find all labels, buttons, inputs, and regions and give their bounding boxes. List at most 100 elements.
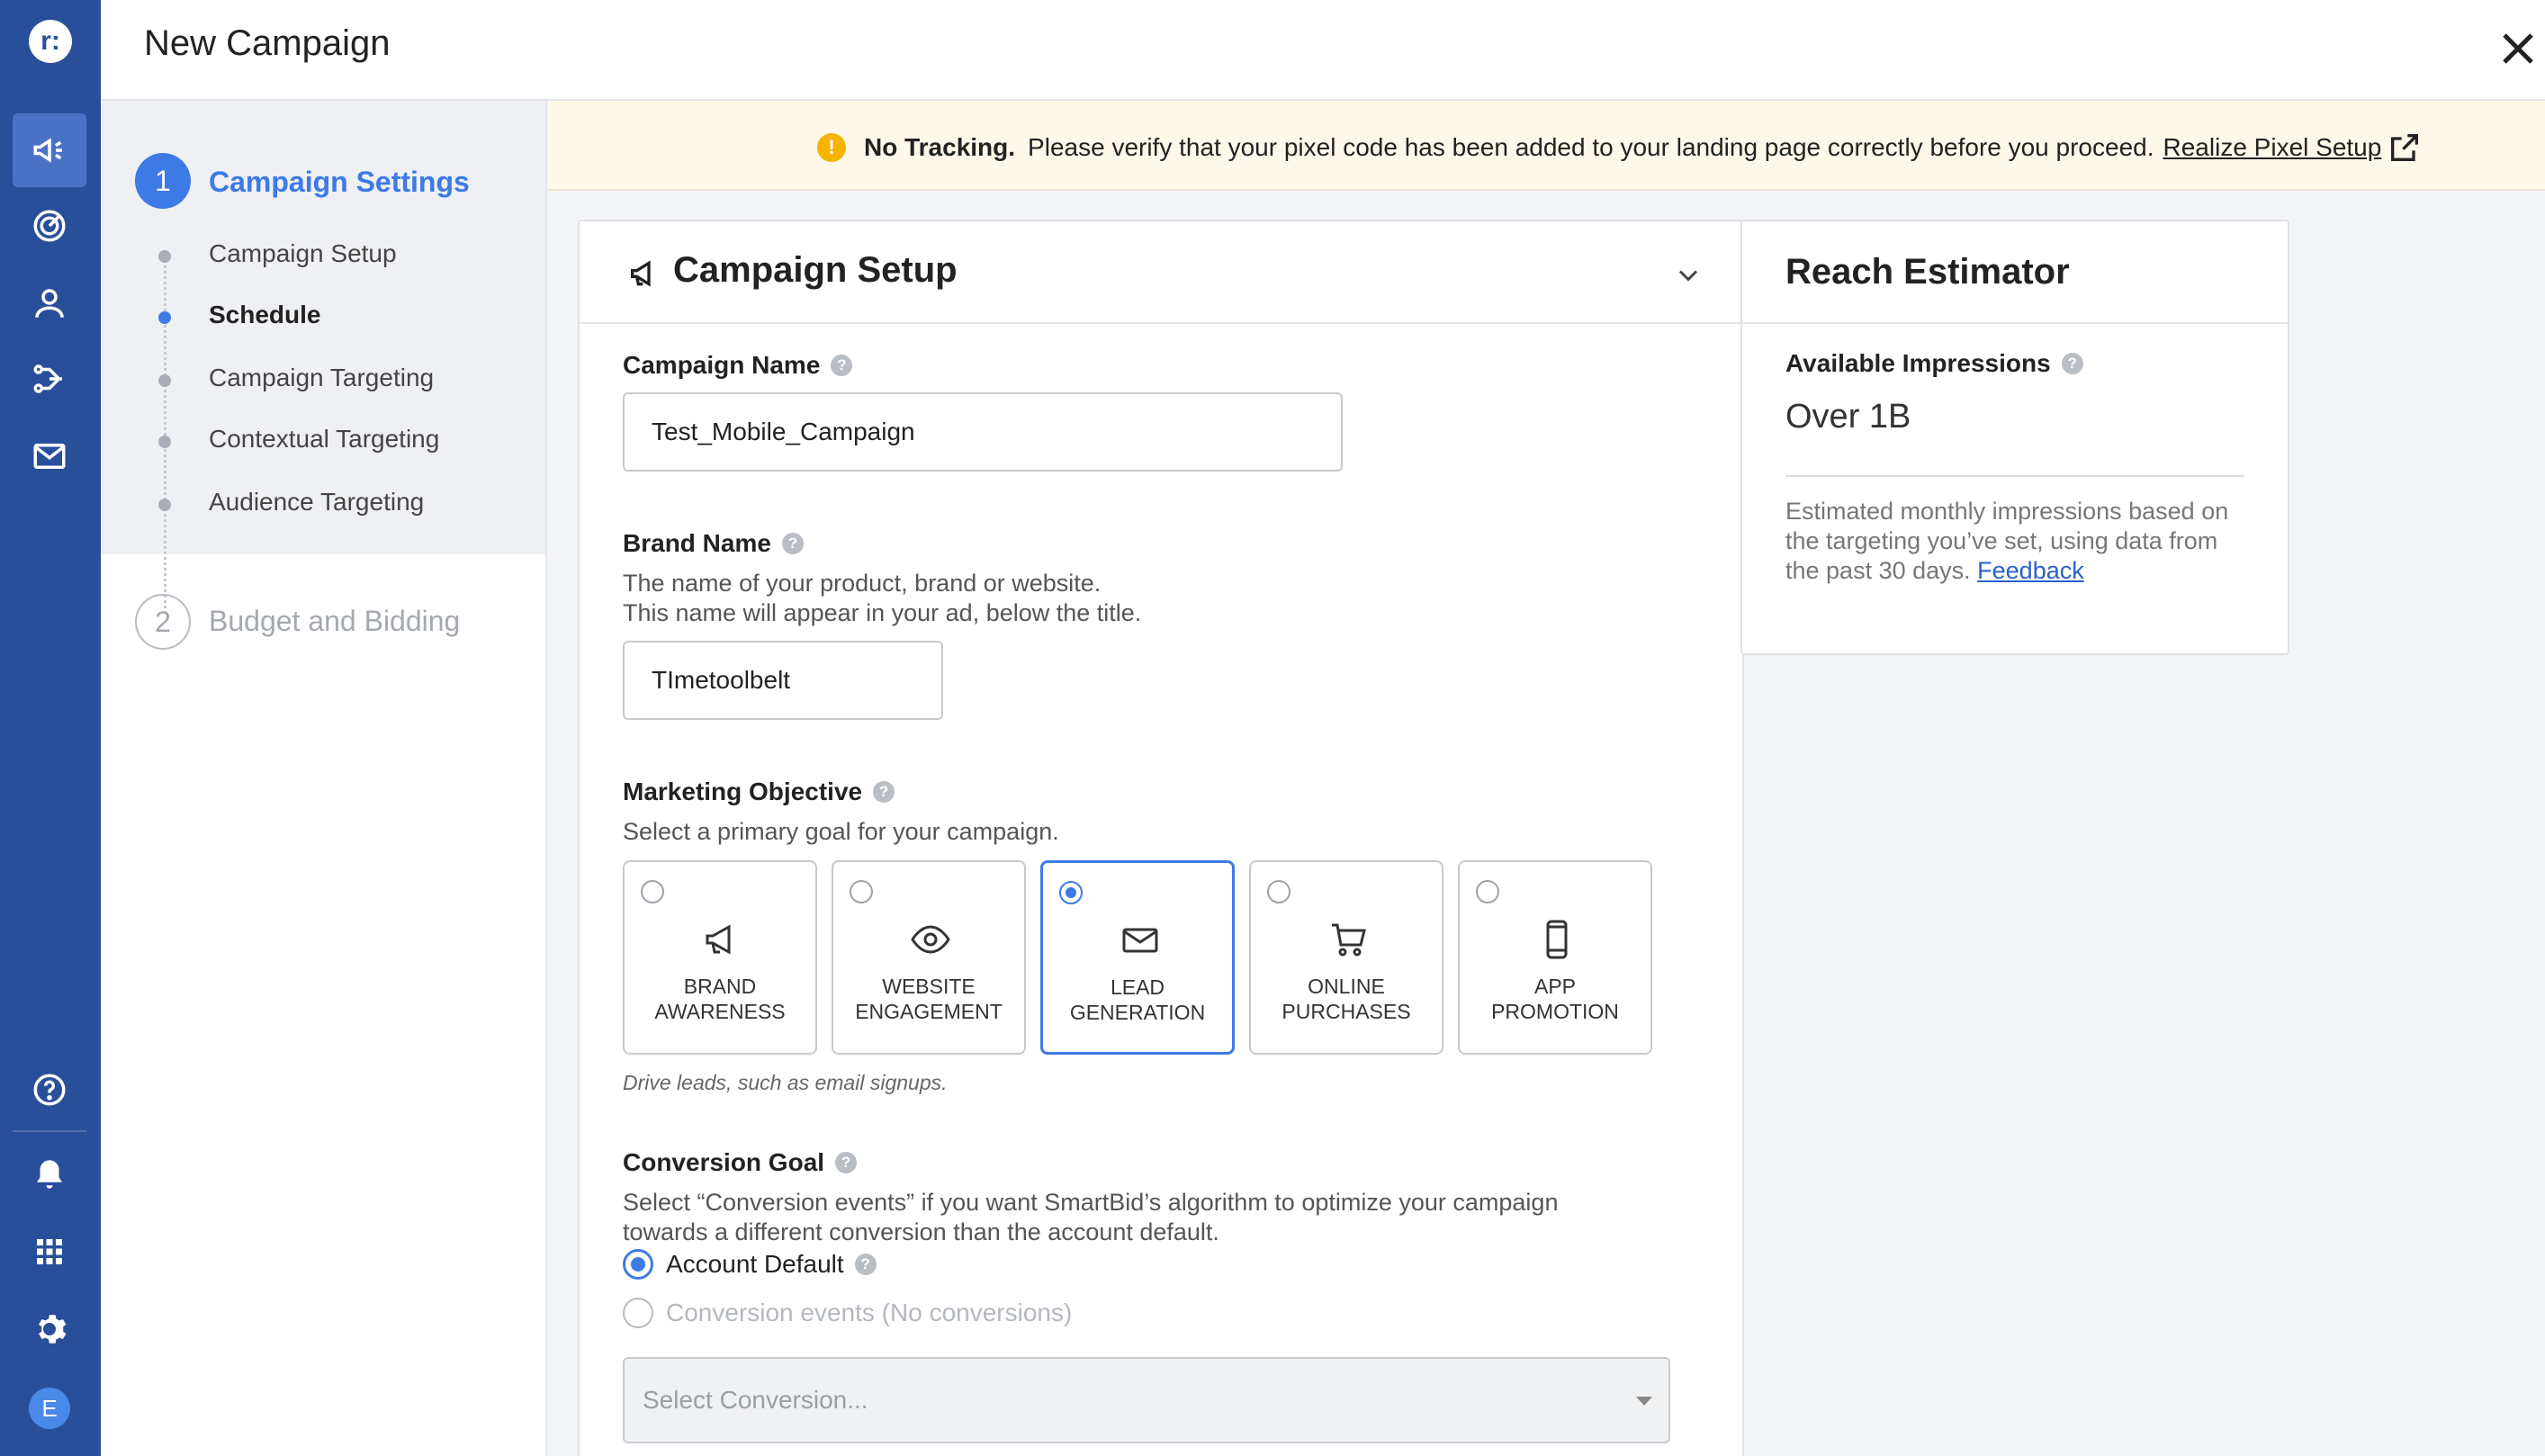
substep-campaign-setup[interactable]: Campaign Setup — [209, 239, 397, 268]
help-nav-button[interactable] — [13, 1053, 86, 1127]
help-circle-icon — [33, 1074, 66, 1106]
megaphone-icon — [706, 924, 731, 955]
account-default-option[interactable]: Account Default ? — [623, 1249, 877, 1280]
objective-app-promotion[interactable]: APP PROMOTION — [1458, 860, 1652, 1055]
step-1-title[interactable]: Campaign Settings — [209, 166, 470, 199]
warning-icon: ! — [817, 133, 846, 162]
substep-campaign-targeting[interactable]: Campaign Targeting — [209, 364, 434, 392]
objective-online-purchases[interactable]: ONLINE PURCHASES — [1249, 860, 1443, 1055]
objective-label-text: BRAND AWARENESS — [654, 975, 786, 1023]
page-title: New Campaign — [144, 23, 391, 63]
help-icon[interactable]: ? — [781, 533, 804, 554]
reach-description: Estimated monthly impressions based on t… — [1785, 497, 2253, 586]
brand-name-label-text: Brand Name — [623, 529, 771, 557]
objective-radio[interactable] — [641, 880, 664, 903]
gear-icon — [39, 1315, 67, 1344]
conversions-nav-button[interactable] — [13, 342, 86, 416]
substep-dot-current — [158, 311, 171, 324]
pixel-setup-link[interactable]: Realize Pixel Setup — [2163, 133, 2382, 162]
feedback-link[interactable]: Feedback — [1977, 557, 2084, 584]
reach-estimator-card: Reach Estimator Available Impressions? O… — [1740, 220, 2289, 655]
conversion-goal-label-text: Conversion Goal — [623, 1148, 825, 1176]
radio-unselected[interactable] — [623, 1298, 653, 1328]
campaign-name-input[interactable]: Test_Mobile_Campaign — [623, 392, 1343, 472]
chevron-down-icon[interactable] — [1672, 259, 1704, 292]
help-icon[interactable]: ? — [831, 355, 853, 376]
conversion-events-label: Conversion events (No conversions) — [666, 1299, 1073, 1326]
brand-name-input[interactable]: TImetoolbelt — [623, 641, 943, 720]
step-1-number: 1 — [135, 153, 191, 209]
help-icon[interactable]: ? — [2061, 353, 2083, 374]
divider — [1785, 475, 2244, 477]
mail-icon — [33, 444, 66, 469]
objective-radio[interactable] — [850, 880, 873, 903]
objective-label-text: Marketing Objective — [623, 777, 863, 805]
megaphone-icon — [33, 138, 62, 163]
objective-brand-awareness[interactable]: BRAND AWARENESS — [623, 860, 817, 1055]
share-flow-icon — [33, 364, 62, 393]
substep-contextual-targeting[interactable]: Contextual Targeting — [209, 425, 439, 454]
external-link-icon[interactable] — [2387, 130, 2423, 166]
step-1-section: 1 Campaign Settings Campaign Setup Sched… — [101, 101, 545, 614]
messages-nav-button[interactable] — [13, 419, 86, 493]
brand-name-desc-2: This name will appear in your ad, below … — [623, 599, 1142, 626]
objective-website-engagement[interactable]: WEBSITE ENGAGEMENT — [832, 860, 1026, 1055]
help-icon[interactable]: ? — [835, 1152, 858, 1173]
substep-schedule[interactable]: Schedule — [209, 301, 320, 329]
substep-dot — [158, 436, 171, 448]
brand-name-label: Brand Name? — [623, 529, 804, 558]
conversion-events-option[interactable]: Conversion events (No conversions) — [623, 1298, 1072, 1328]
apps-nav-button[interactable] — [13, 1215, 86, 1289]
megaphone-icon — [631, 260, 651, 287]
banner-bold-text: No Tracking. — [864, 133, 1016, 161]
objective-lead-generation[interactable]: LEAD GENERATION — [1040, 860, 1235, 1055]
phone-icon — [1546, 920, 1568, 959]
close-icon — [2503, 33, 2533, 64]
objective-label: Marketing Objective? — [623, 777, 895, 806]
campaign-name-label: Campaign Name? — [623, 351, 853, 380]
notifications-nav-button[interactable] — [13, 1137, 86, 1211]
app-logo[interactable]: r: — [29, 20, 72, 63]
substep-dot — [158, 374, 171, 387]
select-conversion-dropdown[interactable]: Select Conversion... — [623, 1357, 1670, 1443]
objective-radio[interactable] — [1476, 880, 1499, 903]
substep-connector — [164, 254, 166, 614]
objective-label-text: LEAD GENERATION — [1069, 975, 1206, 1024]
target-icon — [33, 210, 66, 242]
envelope-icon — [1122, 928, 1158, 953]
settings-nav-button[interactable] — [13, 1292, 86, 1366]
objective-note: Drive leads, such as email signups. — [623, 1071, 948, 1094]
campaign-name-label-text: Campaign Name — [623, 351, 821, 379]
top-bar: New Campaign — [101, 0, 2545, 101]
main-content: ! No Tracking. Please verify that your p… — [547, 101, 2545, 1456]
substep-dot — [158, 499, 171, 511]
analytics-nav-button[interactable] — [13, 189, 86, 263]
substep-dot — [158, 250, 171, 263]
objective-radio[interactable] — [1267, 880, 1290, 903]
banner-message: Please verify that your pixel code has b… — [1028, 133, 2154, 161]
eye-icon — [911, 925, 950, 954]
radio-selected[interactable] — [623, 1249, 653, 1280]
reach-estimator-header: Reach Estimator — [1742, 221, 2288, 324]
close-button[interactable] — [2491, 22, 2545, 76]
person-icon — [35, 289, 64, 318]
available-impressions-label: Available Impressions? — [1785, 349, 2083, 378]
user-avatar[interactable]: E — [29, 1388, 70, 1429]
help-icon[interactable]: ? — [873, 781, 895, 803]
select-placeholder: Select Conversion... — [643, 1386, 868, 1414]
objective-radio-selected[interactable] — [1059, 881, 1083, 904]
campaigns-nav-button[interactable] — [13, 113, 86, 187]
rail-divider — [13, 1130, 86, 1132]
help-icon[interactable]: ? — [854, 1254, 877, 1275]
step-2-title[interactable]: Budget and Bidding — [209, 605, 460, 638]
campaign-setup-header[interactable]: Campaign Setup — [580, 221, 1742, 324]
caret-down-icon — [1636, 1397, 1652, 1406]
substep-audience-targeting[interactable]: Audience Targeting — [209, 488, 424, 517]
banner-text-row: ! No Tracking. Please verify that your p… — [817, 130, 2423, 166]
tracking-warning-banner: ! No Tracking. Please verify that your p… — [547, 101, 2545, 191]
conversion-goal-label: Conversion Goal? — [623, 1148, 858, 1177]
cart-icon — [1332, 923, 1366, 957]
available-impressions-text: Available Impressions — [1785, 349, 2051, 377]
audiences-nav-button[interactable] — [13, 266, 86, 340]
impressions-value: Over 1B — [1785, 398, 1911, 436]
